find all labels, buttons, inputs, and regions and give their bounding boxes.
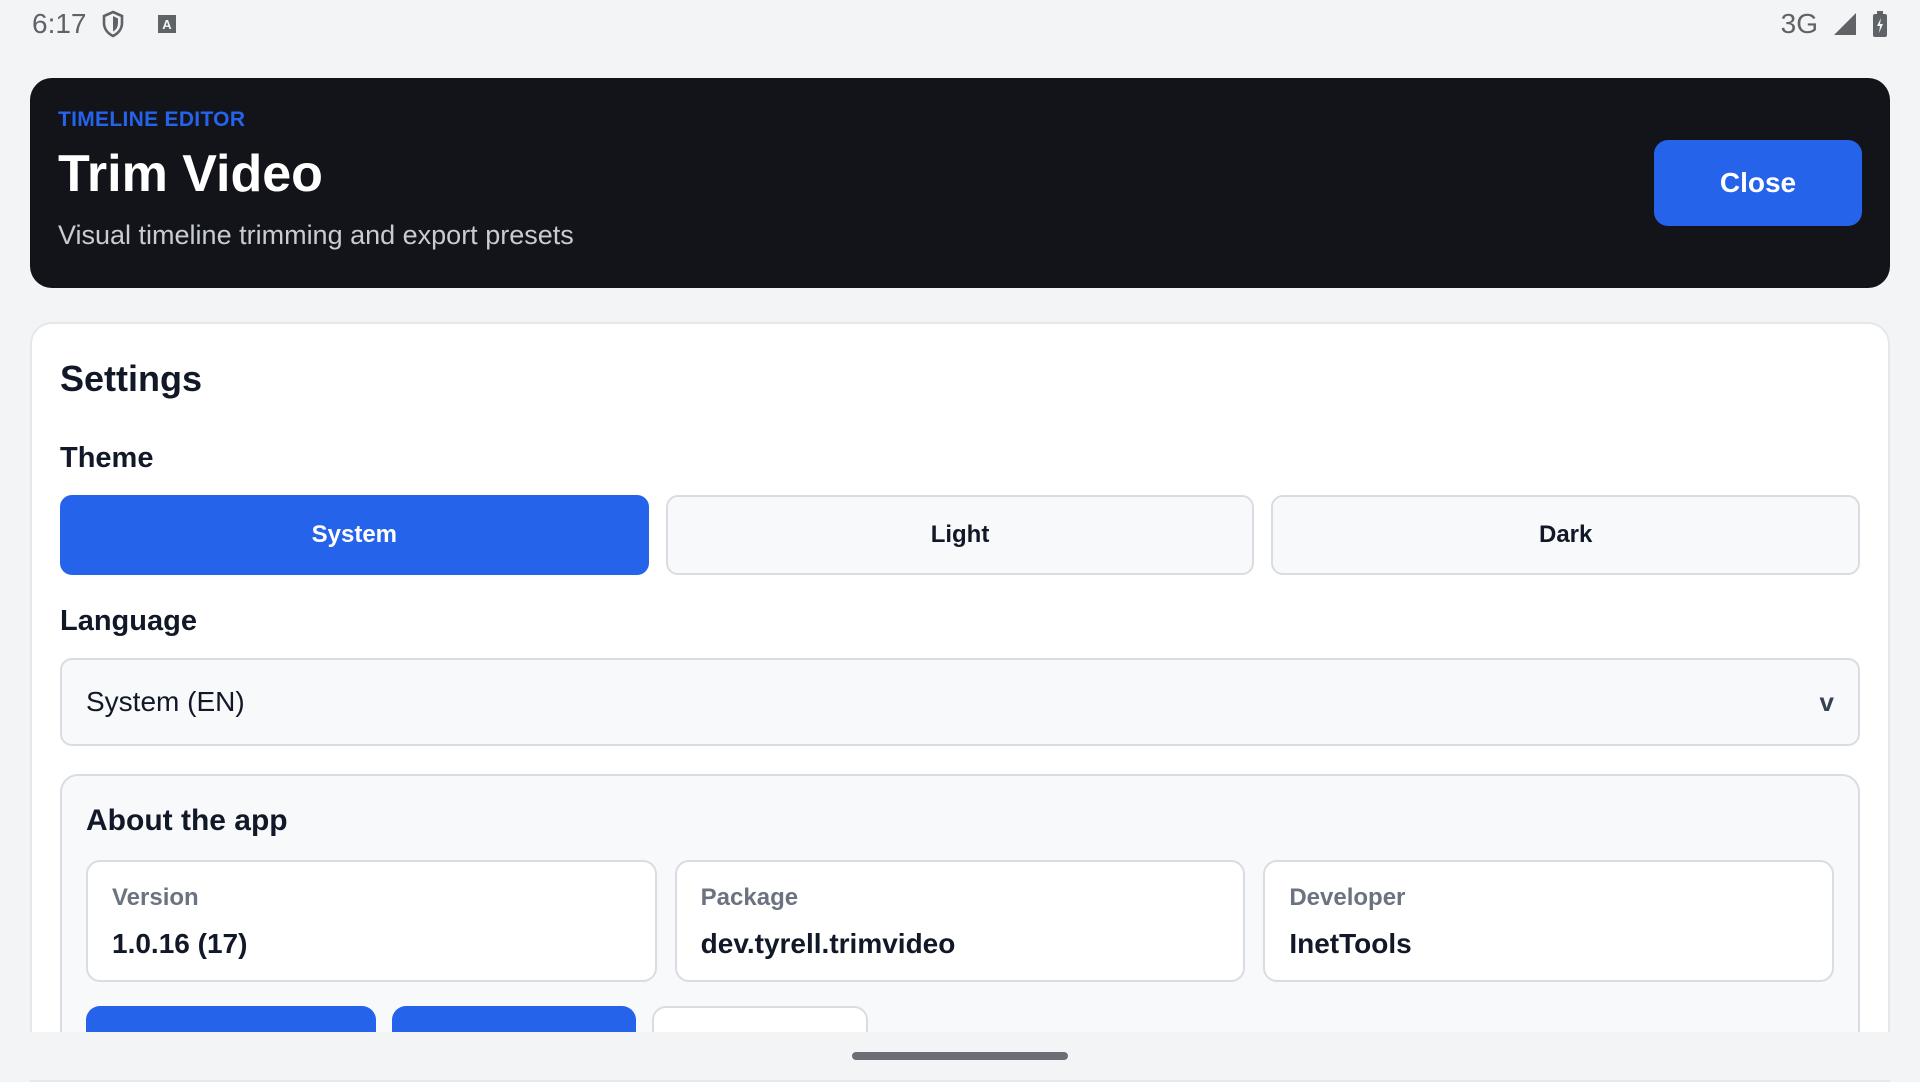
version-value: 1.0.16 (17) — [112, 928, 248, 959]
page-title: Trim Video — [58, 145, 323, 203]
battery-charging-icon — [1872, 11, 1888, 37]
font-badge-icon: A — [157, 14, 177, 34]
header-eyebrow: TIMELINE EDITOR — [58, 108, 246, 131]
theme-label: Theme — [60, 442, 154, 474]
close-button[interactable]: Close — [1654, 140, 1862, 226]
network-type: 3G — [1780, 8, 1818, 39]
gesture-nav-bar — [0, 1032, 1920, 1080]
settings-card: Settings Theme System Light Dark Languag… — [30, 322, 1890, 1082]
chevron-down-icon: v — [1819, 686, 1834, 717]
status-time: 6:17 — [32, 8, 87, 39]
developer-box: Developer InetTools — [1263, 860, 1835, 982]
status-bar: 6:17 A 3G — [0, 0, 1920, 48]
page-subtitle: Visual timeline trimming and export pres… — [58, 220, 574, 250]
language-select[interactable]: System (EN) v — [60, 658, 1860, 746]
theme-option-light[interactable]: Light — [665, 495, 1255, 575]
about-title: About the app — [86, 804, 288, 837]
developer-value: InetTools — [1289, 928, 1412, 959]
version-key: Version — [112, 884, 199, 911]
package-value: dev.tyrell.trimvideo — [700, 928, 956, 959]
developer-key: Developer — [1289, 884, 1406, 911]
theme-option-dark[interactable]: Dark — [1271, 495, 1861, 575]
signal-icon — [1832, 11, 1858, 37]
about-info-row: Version 1.0.16 (17) Package dev.tyrell.t… — [86, 860, 1835, 982]
status-right: 3G — [1781, 8, 1888, 40]
language-label: Language — [60, 605, 197, 637]
home-handle[interactable] — [852, 1052, 1068, 1060]
theme-selector: System Light Dark — [60, 495, 1861, 575]
svg-text:A: A — [162, 17, 172, 32]
language-value: System (EN) — [86, 686, 245, 717]
package-box: Package dev.tyrell.trimvideo — [674, 860, 1246, 982]
shield-icon — [101, 10, 125, 38]
version-box: Version 1.0.16 (17) — [86, 860, 657, 982]
header-card: TIMELINE EDITOR Trim Video Visual timeli… — [30, 78, 1890, 288]
status-left: 6:17 A — [32, 8, 177, 40]
settings-title: Settings — [60, 358, 203, 399]
package-key: Package — [700, 884, 799, 911]
theme-option-system[interactable]: System — [60, 495, 649, 575]
